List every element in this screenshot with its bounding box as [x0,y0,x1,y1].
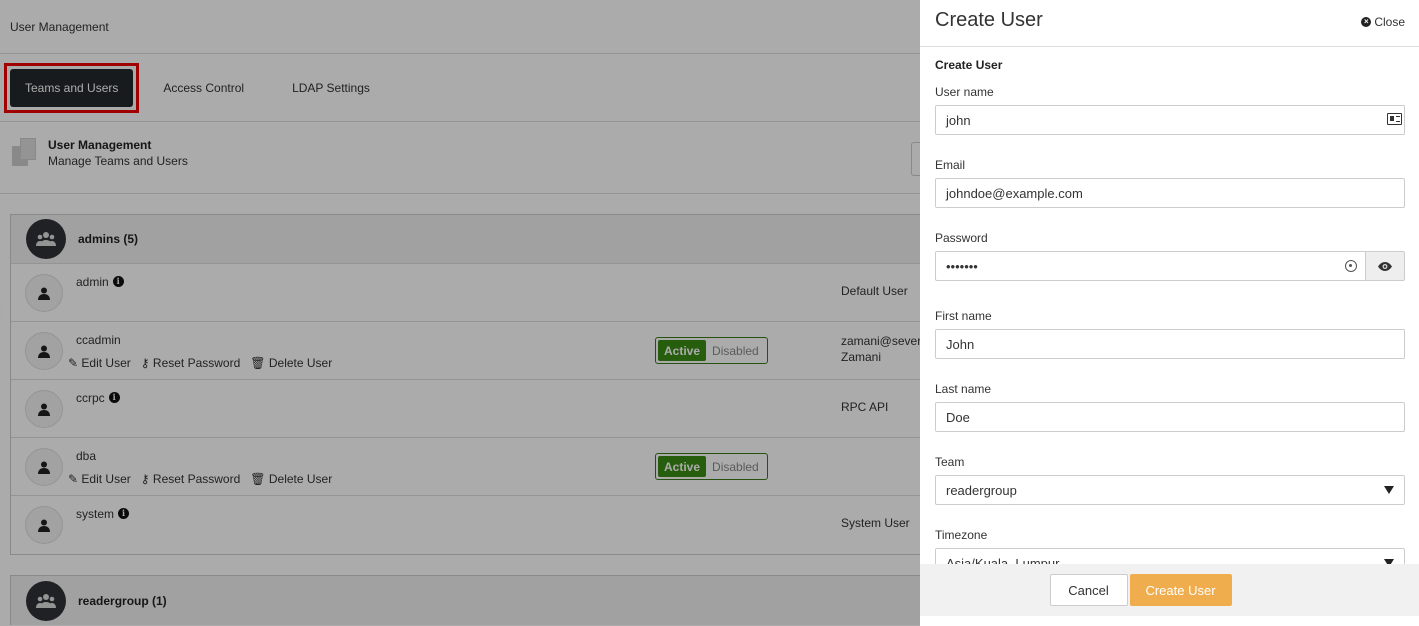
close-button[interactable]: × Close [1361,15,1405,29]
create-user-panel: Create User × Close Create User User nam… [920,0,1419,626]
first-name-label: First name [935,309,992,323]
id-card-icon [1387,113,1402,125]
team-group: Team readergroup [935,455,1405,505]
panel-header: Create User × Close [920,0,1419,47]
cancel-button[interactable]: Cancel [1049,574,1128,606]
create-user-form: Create User User name john Email johndoe… [920,47,1419,578]
dropdown-caret-icon [1384,486,1394,494]
username-label: User name [935,85,994,99]
eye-icon [1378,261,1392,271]
team-label: Team [935,455,965,469]
create-user-button[interactable]: Create User [1129,574,1232,606]
close-icon: × [1361,17,1372,27]
first-name-field[interactable]: John [935,329,1405,359]
username-group: User name john [935,85,1405,135]
team-select[interactable]: readergroup [935,475,1405,505]
last-name-field[interactable]: Doe [935,402,1405,432]
left-edge-handle[interactable] [0,302,4,324]
modal-backdrop[interactable] [0,0,920,626]
first-name-group: First name John [935,309,1405,359]
username-field[interactable]: john [935,105,1405,135]
email-label: Email [935,158,966,172]
last-name-group: Last name Doe [935,382,1405,432]
show-password-button[interactable] [1366,251,1405,281]
timezone-label: Timezone [935,528,988,542]
password-group: Password ••••••• [935,231,1405,281]
last-name-label: Last name [935,382,992,396]
password-label: Password [935,231,988,245]
password-manager-icon[interactable] [1345,260,1357,272]
email-field[interactable]: johndoe@example.com [935,178,1405,208]
email-group: Email johndoe@example.com [935,158,1405,208]
panel-title: Create User [935,8,1043,31]
password-field[interactable]: ••••••• [935,251,1366,281]
panel-footer: Cancel Create User [920,564,1419,616]
form-section-title: Create User [935,58,1003,72]
